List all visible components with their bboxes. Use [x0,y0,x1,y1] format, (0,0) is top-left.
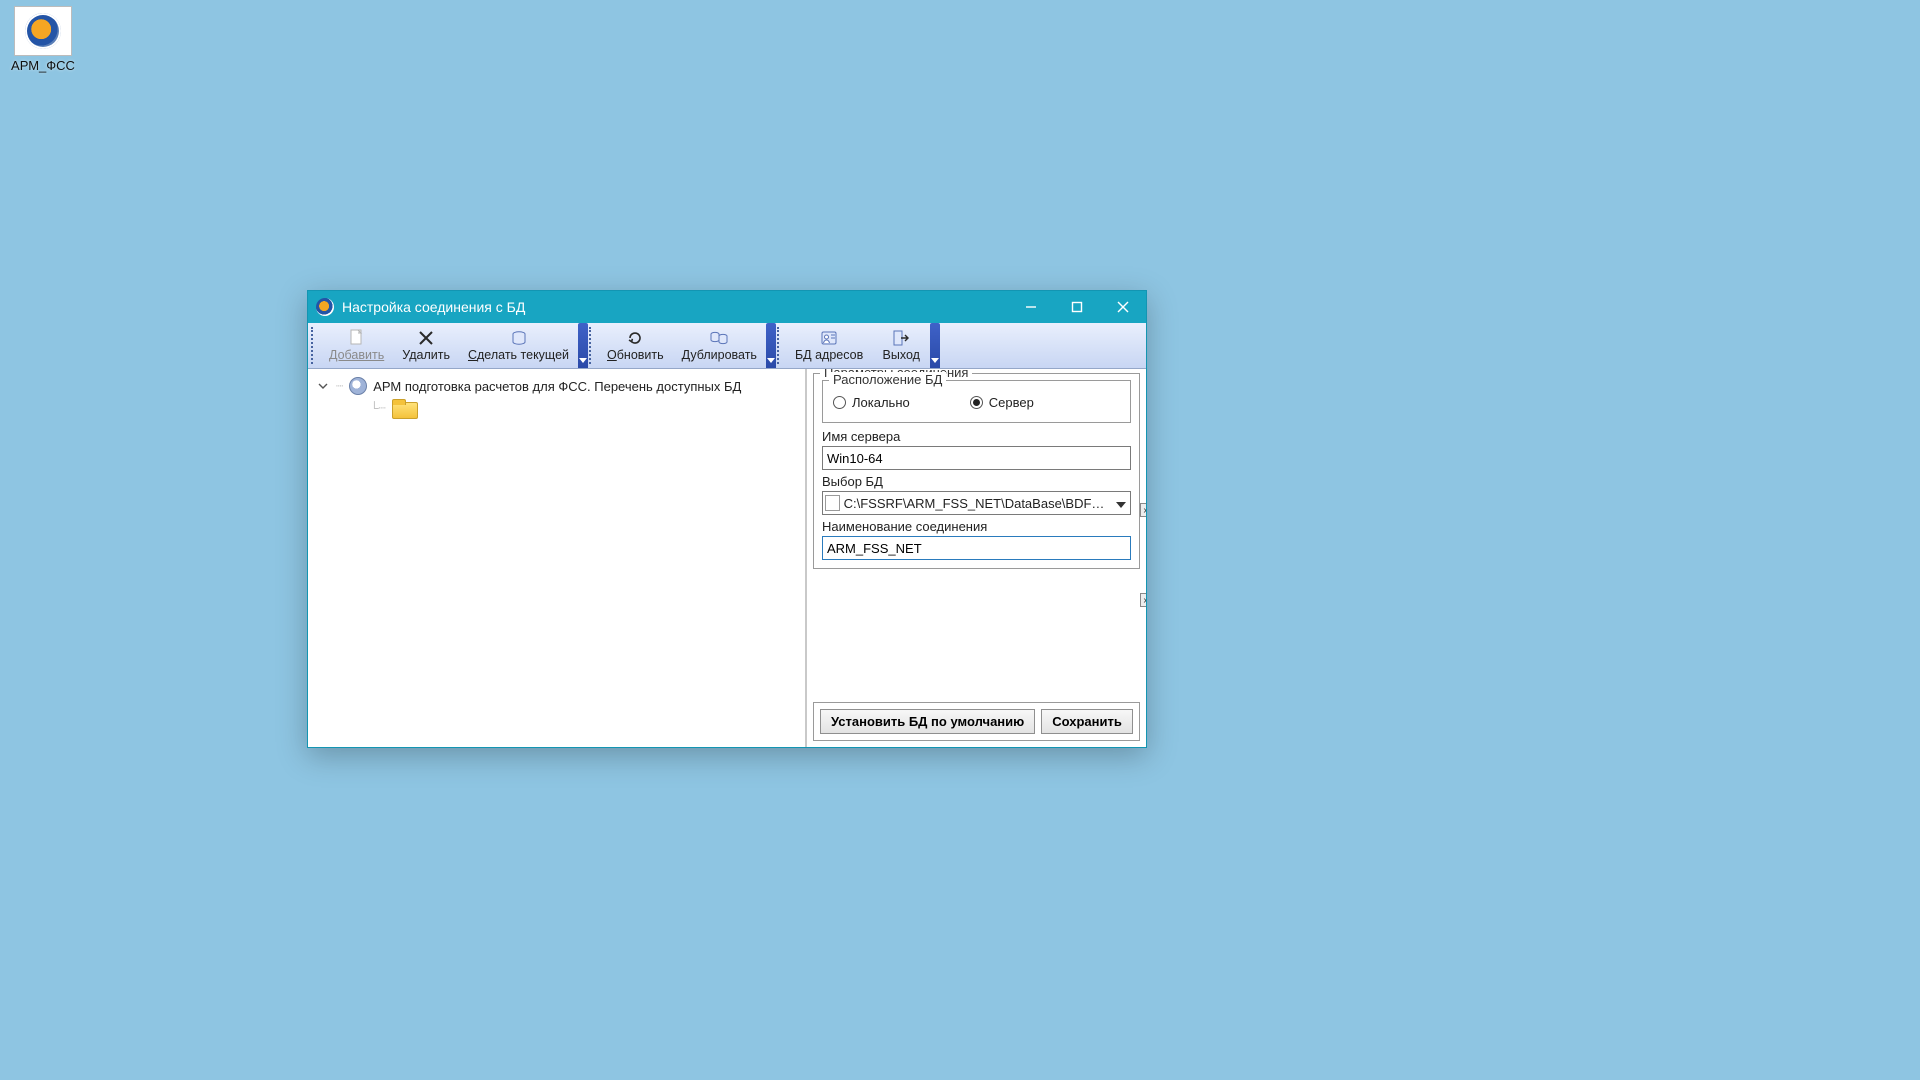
toolbar: Добавить Удалить Сделать текущей [308,323,1146,369]
window-title: Настройка соединения с БД [342,299,1008,315]
params-buttons-bar: Установить БД по умолчанию Сохранить [813,702,1140,741]
app-glyph-icon [25,13,61,49]
desktop-shortcut-arm-fss[interactable]: АРМ_ФСС [6,6,80,73]
server-name-label: Имя сервера [822,429,1131,444]
close-button[interactable] [1100,291,1146,323]
exit-label: Выход [883,349,920,362]
radio-server-label: Сервер [989,395,1034,410]
toolbar-grip-icon[interactable] [777,323,785,368]
tree-root-row[interactable]: ┈ АРМ подготовка расчетов для ФСС. Переч… [312,375,801,397]
maximize-button[interactable] [1054,291,1100,323]
app-mini-icon [316,298,334,316]
tree-root-label: АРМ подготовка расчетов для ФСС. Перечен… [373,379,741,394]
tree-branch-icon: └┈ [370,401,386,415]
chevron-down-icon[interactable] [1114,496,1128,511]
connection-name-input[interactable] [822,536,1131,560]
toolbar-overflow-2[interactable] [766,323,776,368]
toolbar-overflow-3[interactable] [930,323,940,368]
params-group: Параметры соединения Расположение БД Лок… [813,373,1140,569]
file-icon [825,495,840,511]
duplicate-icon [709,329,729,347]
toolbar-overflow-1[interactable] [578,323,588,368]
address-db-label: БД адресов [795,349,863,362]
add-button[interactable]: Добавить [320,323,393,368]
radio-icon [833,396,846,409]
desktop-shortcut-label: АРМ_ФСС [6,58,80,73]
db-location-group: Расположение БД Локально Сервер [822,380,1131,423]
delete-x-icon [416,329,436,347]
duplicate-label: Дублировать [682,349,757,362]
db-select-label: Выбор БД [822,474,1131,489]
radio-local[interactable]: Локально [833,395,910,410]
save-button[interactable]: Сохранить [1041,709,1133,734]
tree-child-row[interactable]: └┈ [312,397,801,419]
app-icon [14,6,72,56]
refresh-button[interactable]: Обновить [598,323,673,368]
db-current-icon [509,329,529,347]
globe-icon [349,377,367,395]
db-connection-settings-window: Настройка соединения с БД Добавить [307,290,1147,748]
add-label: Добавить [329,349,384,362]
minimize-button[interactable] [1008,291,1054,323]
server-name-input[interactable] [822,446,1131,470]
toolbar-grip-icon[interactable] [589,323,597,368]
make-current-label: Сделать текущей [468,349,569,362]
refresh-icon [625,329,645,347]
refresh-label: Обновить [607,349,664,362]
db-path-combo[interactable]: C:\FSSRF\ARM_FSS_NET\DataBase\BDFSS.FDB [822,491,1131,515]
db-path-text: C:\FSSRF\ARM_FSS_NET\DataBase\BDFSS.FDB [844,496,1110,511]
address-db-icon [819,329,839,347]
splitter-arrow-right-icon[interactable]: › [1140,503,1146,517]
set-default-db-button[interactable]: Установить БД по умолчанию [820,709,1035,734]
exit-icon [891,329,911,347]
exit-button[interactable]: Выход [872,323,930,368]
radio-server[interactable]: Сервер [970,395,1034,410]
delete-button[interactable]: Удалить [393,323,459,368]
titlebar[interactable]: Настройка соединения с БД [308,291,1146,323]
db-location-legend: Расположение БД [829,372,946,387]
pane-splitter-arrows: › › [1140,503,1146,607]
make-current-button[interactable]: Сделать текущей [459,323,578,368]
db-tree-pane[interactable]: ┈ АРМ подготовка расчетов для ФСС. Переч… [308,369,806,747]
tree-expand-toggle[interactable] [316,379,330,393]
delete-label: Удалить [402,349,450,362]
splitter-arrow-right-icon[interactable]: › [1140,593,1146,607]
address-db-button[interactable]: БД адресов [786,323,872,368]
connection-params-pane: Параметры соединения Расположение БД Лок… [806,369,1146,747]
conn-name-label: Наименование соединения [822,519,1131,534]
radio-icon [970,396,983,409]
document-add-icon [347,329,367,347]
tree-branch-icon: ┈ [336,379,343,393]
window-controls [1008,291,1146,323]
duplicate-button[interactable]: Дублировать [673,323,766,368]
toolbar-grip-icon[interactable] [311,323,319,368]
folder-icon [392,399,416,417]
radio-local-label: Локально [852,395,910,410]
window-body: ┈ АРМ подготовка расчетов для ФСС. Переч… [308,369,1146,747]
